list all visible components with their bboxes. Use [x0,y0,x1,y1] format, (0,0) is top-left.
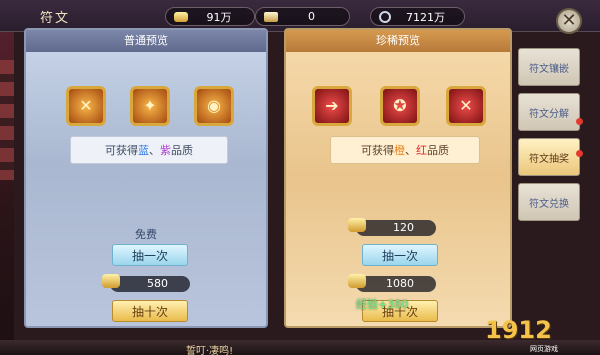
quality-blue: 蓝 [138,144,149,157]
rare-draw-once-button[interactable]: 抽一次 [362,244,438,266]
rare-rune-gem[interactable]: ✕ [446,86,486,126]
ticket-icon [264,11,278,22]
resource-ticket-value: 0 [308,10,315,23]
tab-label: 符文兑换 [529,198,569,210]
bottom-chat-text: 誓叮·凄鸣! [186,346,234,355]
free-label: 免费 [135,228,157,241]
close-button[interactable]: ✕ [556,8,582,34]
side-tab-bar: 符文镶嵌 符文分解 符文抽奖 符文兑换 [518,48,580,228]
rune-glyph-icon: ✕ [459,96,473,115]
normal-quality-banner: 可获得蓝、紫品质 [70,136,228,164]
normal-rune-gem[interactable]: ✕ [66,86,106,126]
quality-purple: 紫 [160,144,171,157]
quality-sep: 、 [149,144,160,157]
rune-glyph-icon: ➔ [325,96,339,115]
quality-prefix: 可获得 [105,144,138,157]
rare-preview-panel: 珍稀预览 ➔ ✪ ✕ 可获得橙、红品质 120 抽一次 1080 抽十次 [284,28,512,328]
rare-rune-gem[interactable]: ➔ [312,86,352,126]
notification-dot [576,118,583,125]
background-chat-strip [0,60,14,180]
gold-ingot-icon [174,11,188,22]
rare-panel-title: 珍稀预览 [286,30,510,52]
quality-orange: 橙 [394,144,405,157]
quality-sep: 、 [405,144,416,157]
normal-rune-gem[interactable]: ◉ [194,86,234,126]
normal-panel-title: 普通预览 [26,30,266,52]
quality-suffix: 品质 [171,144,193,157]
normal-ten-price-value: 580 [147,277,168,290]
normal-preview-panel: 普通预览 ✕ ✦ ◉ 可获得蓝、紫品质 免费 抽一次 580 抽十次 [24,28,268,328]
rare-ten-price-value: 1080 [386,277,414,290]
gold-ingot-icon [348,218,366,232]
exp-reward-text: 经验+380 [356,298,409,311]
tab-rune-decompose[interactable]: 符文分解 [518,93,580,131]
resource-silver: 7121万 [370,7,465,26]
rune-glyph-icon: ✦ [143,96,157,115]
rare-quality-banner: 可获得橙、红品质 [330,136,480,164]
rare-one-price: 120 [348,218,436,236]
quality-suffix: 品质 [427,144,449,157]
watermark-subtitle: 网页游戏 [530,345,558,353]
notification-dot [576,150,583,157]
resource-gold-value: 91万 [206,10,232,24]
window-title: 符文 [40,11,71,26]
gold-ingot-icon [348,274,366,288]
tab-label: 符文镶嵌 [529,63,569,75]
rare-rune-gem[interactable]: ✪ [380,86,420,126]
quality-prefix: 可获得 [361,144,394,157]
normal-draw-ten-button[interactable]: 抽十次 [112,300,188,322]
normal-ten-price: 580 [102,274,190,292]
rune-glyph-icon: ✕ [79,96,93,115]
rare-one-price-value: 120 [393,221,414,234]
watermark-logo: 1912 [485,316,552,344]
normal-rune-gem[interactable]: ✦ [130,86,170,126]
close-icon: ✕ [561,10,577,31]
rune-glyph-icon: ✪ [393,96,407,115]
tab-rune-lottery[interactable]: 符文抽奖 [518,138,580,176]
rune-glyph-icon: ◉ [207,96,221,115]
resource-ticket: 0 [255,7,350,26]
normal-draw-once-button[interactable]: 抽一次 [112,244,188,266]
tab-label: 符文抽奖 [529,153,569,165]
tab-rune-inlay[interactable]: 符文镶嵌 [518,48,580,86]
rare-ten-price: 1080 [348,274,436,292]
quality-red: 红 [416,144,427,157]
gold-ingot-icon [102,274,120,288]
tab-label: 符文分解 [529,108,569,120]
silver-coin-icon [379,10,391,23]
resource-gold: 91万 [165,7,255,26]
tab-rune-exchange[interactable]: 符文兑换 [518,183,580,221]
resource-silver-value: 7121万 [406,10,445,24]
